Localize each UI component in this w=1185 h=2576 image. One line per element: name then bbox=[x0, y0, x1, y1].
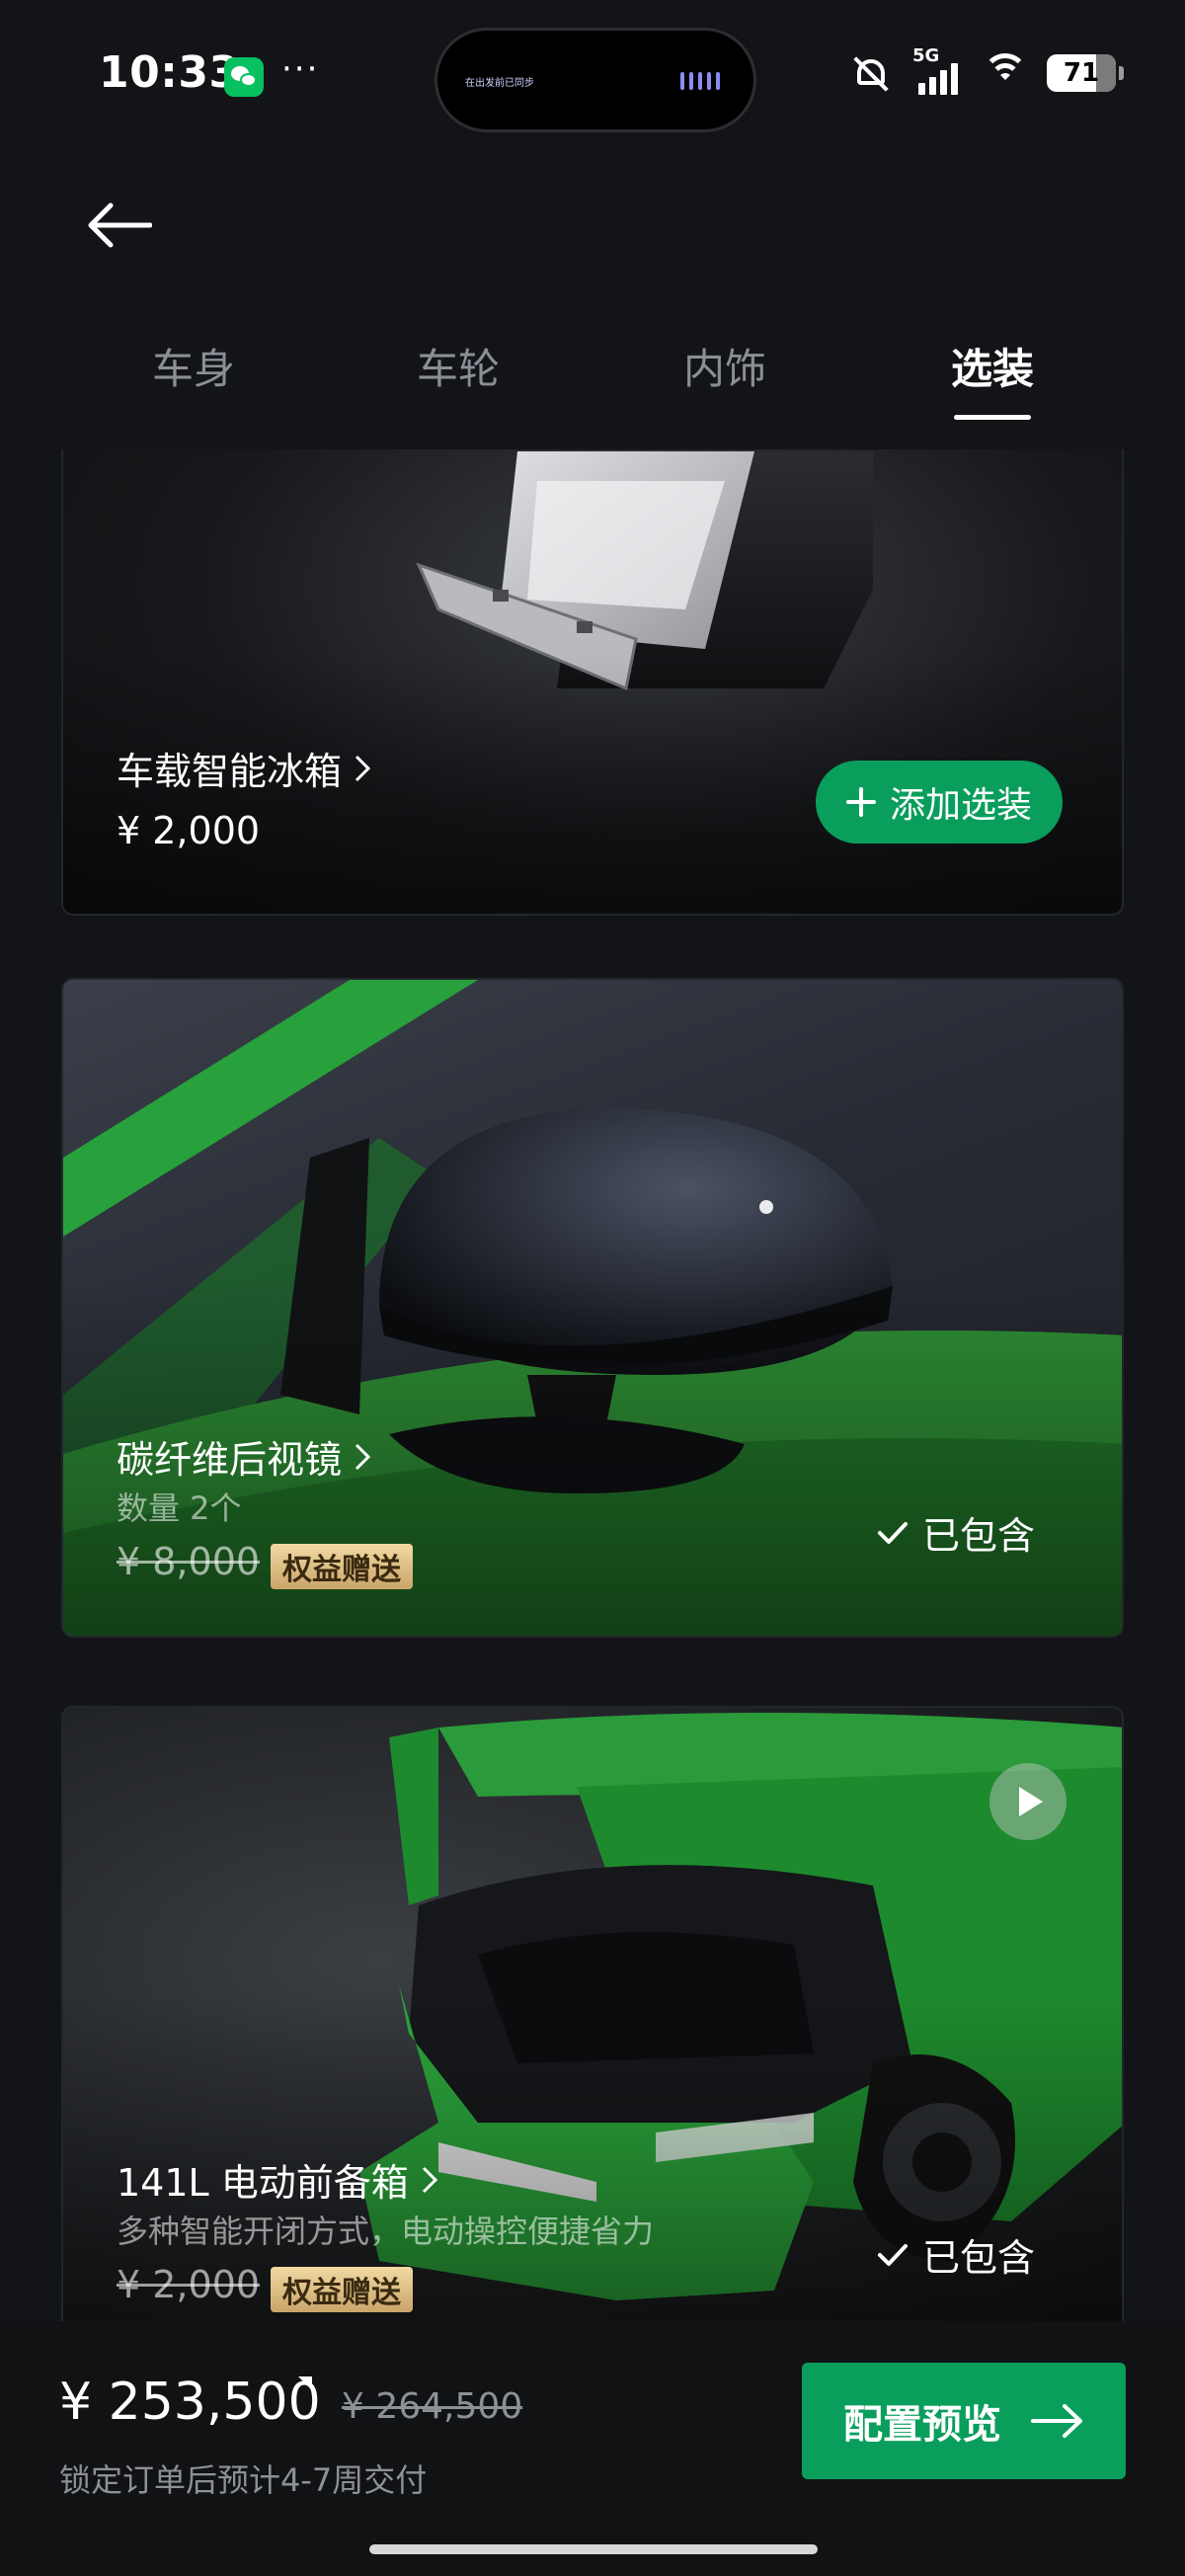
battery-icon: 71 bbox=[1047, 54, 1124, 92]
option-title-text: 车载智能冰箱 bbox=[117, 750, 343, 793]
config-tabs: 车身 车轮 内饰 选装 bbox=[0, 326, 1185, 435]
option-card-frunk[interactable]: 141L 电动前备箱 多种智能开闭方式，电动操控便捷省力 ¥ 2,000 权益赠… bbox=[61, 1706, 1124, 2321]
tab-options[interactable]: 选装 bbox=[913, 336, 1071, 396]
waveform-icon bbox=[680, 72, 720, 90]
play-icon bbox=[1019, 1787, 1043, 1816]
arrow-right-icon bbox=[1031, 2404, 1082, 2438]
status-icons: 5G 71 bbox=[849, 45, 1124, 95]
option-description: 多种智能开闭方式，电动操控便捷省力 bbox=[117, 2213, 655, 2250]
more-notifications-icon: ··· bbox=[281, 49, 320, 89]
config-preview-button[interactable]: 配置预览 bbox=[802, 2363, 1126, 2479]
delivery-estimate: 锁定订单后预计4-7周交付 bbox=[59, 2461, 428, 2499]
perk-badge: 权益赠送 bbox=[271, 2267, 413, 2312]
option-title[interactable]: 141L 电动前备箱 bbox=[117, 2152, 438, 2207]
plus-icon bbox=[845, 787, 876, 817]
chevron-right-icon bbox=[355, 1443, 371, 1470]
option-title-text: 141L 电动前备箱 bbox=[117, 2161, 409, 2205]
option-price: ¥ 2,000 bbox=[117, 809, 261, 852]
home-indicator[interactable] bbox=[369, 2544, 818, 2554]
add-option-label: 添加选装 bbox=[889, 785, 1032, 826]
chevron-right-icon bbox=[422, 2166, 437, 2193]
chevron-right-icon bbox=[355, 755, 371, 781]
option-original-price: ¥ 8,000 bbox=[117, 1540, 261, 1583]
car-configurator-page: 10:33 ··· 在出发前已同步 5G 71 车身 车轮 内饰 选装 车载智能… bbox=[0, 0, 1185, 2576]
back-arrow-icon bbox=[88, 202, 152, 248]
check-icon bbox=[877, 2243, 908, 2266]
option-title[interactable]: 车载智能冰箱 bbox=[117, 741, 371, 795]
wifi-icon bbox=[982, 53, 1029, 93]
included-label: 已包含 bbox=[921, 1514, 1035, 1558]
mute-icon bbox=[849, 53, 895, 93]
option-card-fridge[interactable]: 车载智能冰箱 ¥ 2,000 添加选装 bbox=[61, 449, 1124, 916]
back-button[interactable] bbox=[79, 194, 158, 257]
config-preview-label: 配置预览 bbox=[843, 2402, 1001, 2448]
option-title-text: 碳纤维后视镜 bbox=[117, 1438, 343, 1482]
perk-badge: 权益赠送 bbox=[271, 1544, 413, 1589]
add-option-button[interactable]: 添加选装 bbox=[816, 761, 1063, 844]
dynamic-island[interactable]: 在出发前已同步 bbox=[434, 28, 756, 132]
island-text: 在出发前已同步 bbox=[465, 78, 534, 89]
cellular-signal-icon: 5G bbox=[912, 45, 964, 95]
status-bar: 10:33 ··· 在出发前已同步 5G 71 bbox=[0, 0, 1185, 148]
option-title[interactable]: 碳纤维后视镜 bbox=[117, 1429, 371, 1484]
total-price: ¥ 253,500 bbox=[59, 2373, 321, 2432]
option-card-carbon-mirror[interactable]: 碳纤维后视镜 数量 2个 ¥ 8,000 权益赠送 已包含 bbox=[61, 978, 1124, 1638]
tab-body[interactable]: 车身 bbox=[115, 336, 273, 396]
included-status: 已包含 bbox=[877, 2227, 1035, 2282]
active-tab-indicator bbox=[954, 415, 1031, 420]
battery-level: 71 bbox=[1063, 58, 1100, 88]
included-status: 已包含 bbox=[877, 1505, 1035, 1560]
tab-interior[interactable]: 内饰 bbox=[646, 336, 804, 396]
checkout-bar: ¥ 253,500 ¥ 264,500 锁定订单后预计4-7周交付 配置预览 bbox=[0, 2321, 1185, 2576]
play-video-button[interactable] bbox=[989, 1763, 1066, 1840]
tab-wheels[interactable]: 车轮 bbox=[379, 336, 537, 396]
status-time: 10:33 bbox=[99, 47, 240, 98]
options-list[interactable]: 车载智能冰箱 ¥ 2,000 添加选装 碳纤维后视镜 数量 2个 ¥ 8,000… bbox=[0, 449, 1185, 2321]
check-icon bbox=[877, 1521, 908, 1544]
included-label: 已包含 bbox=[921, 2236, 1035, 2280]
wechat-icon bbox=[224, 57, 264, 97]
price-detail-icon[interactable] bbox=[298, 2376, 312, 2390]
option-original-price: ¥ 2,000 bbox=[117, 2263, 261, 2306]
option-quantity: 数量 2个 bbox=[117, 1489, 242, 1527]
original-total-price: ¥ 264,500 bbox=[342, 2386, 523, 2427]
